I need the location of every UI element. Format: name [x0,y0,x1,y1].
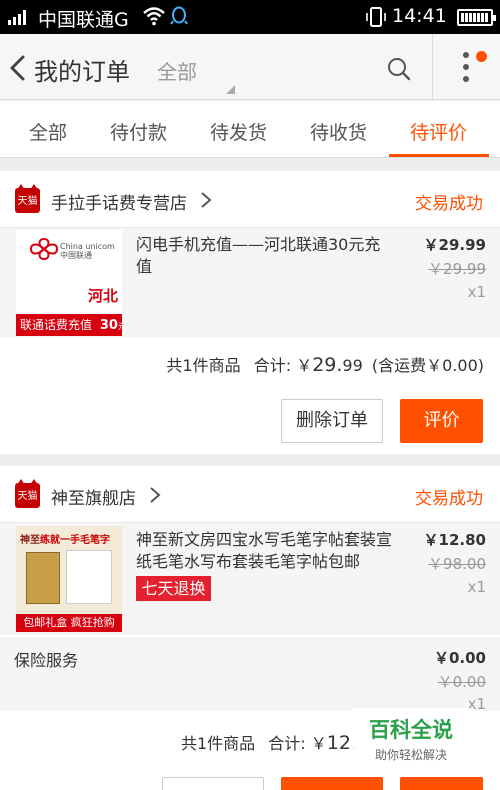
unicom-logo-icon [29,237,59,261]
order-item[interactable]: China unicom中国联通 河北 联通话费充值 30元 闪电手机充值——河… [0,228,500,338]
shop-name[interactable]: 神至旗舰店 [51,484,136,509]
thumb-caption-bar: 联通话费充值 30元 [16,314,122,336]
search-icon[interactable] [386,56,412,82]
thumb-region: 河北 [88,287,119,305]
chevron-right-icon [201,192,212,208]
insurance-original-price: ￥0.00 [437,673,486,691]
dropdown-corner-icon[interactable] [226,85,235,94]
product-thumbnail[interactable]: China unicom中国联通 河北 联通话费充值 30元 [16,230,122,336]
thumb-logo: 神至 [20,535,40,546]
phone-vibrate-icon [366,7,386,27]
total-currency: ￥ [296,356,313,375]
product-title[interactable]: 神至新文房四宝水写毛笔字帖套装宣纸毛笔水写布套装毛笔字帖包邮 [136,529,394,573]
chevron-right-icon [150,487,161,503]
item-count: 共1件商品 [166,356,241,375]
qq-icon [170,6,188,25]
order-action-button[interactable] [281,777,383,790]
thumb-caption: 联通话费充值 [20,318,93,332]
shop-row[interactable]: 天猫 神至旗舰店 交易成功 [0,466,500,523]
order-tabs: 全部 待付款 待发货 待收货 待评价 [0,101,500,158]
tmall-icon: 天猫 [15,184,40,213]
seven-day-return-badge: 七天退换 [136,576,211,601]
thumb-amount: 30 [99,318,118,333]
tab-all[interactable]: 全部 [29,118,67,145]
delete-order-button[interactable]: 删除订单 [281,399,383,443]
total-label: 合计: [268,734,311,753]
order-summary: 共1件商品 合计: ￥12. [181,730,357,754]
product-title[interactable]: 闪电手机充值——河北联通30元充值 [136,234,394,278]
product-thumbnail[interactable]: 神至 练就一手毛笔字 包邮礼盒 疯狂抢购 [16,526,122,632]
insurance-quantity: x1 [467,695,486,713]
status-bar: 中国联通G 14:41 [0,0,500,34]
shop-row[interactable]: 天猫 手拉手话费专营店 交易成功 [0,171,500,228]
thumb-headline: 练就一手毛笔字 [40,535,110,546]
insurance-price: ￥0.00 [433,649,486,667]
product-original-price: ￥29.99 [428,260,486,278]
total-currency: ￥ [310,734,327,753]
wifi-icon [143,7,165,26]
carrier-label: 中国联通G [38,9,129,31]
order-item[interactable]: 神至 练就一手毛笔字 包邮礼盒 疯狂抢购 神至新文房四宝水写毛笔字帖套装宣纸毛笔… [0,523,500,635]
watermark-subtitle: 助你轻松解决 [374,748,447,762]
thumb-unit: 元 [117,322,122,331]
signal-icon [8,10,26,25]
product-quantity: x1 [467,283,486,301]
tab-pending-payment[interactable]: 待付款 [110,118,167,145]
product-original-price: ￥98.00 [428,555,486,573]
total-value: 29. [312,354,343,376]
tab-pending-review[interactable]: 待评价 [410,118,467,145]
order-filter-dropdown[interactable]: 全部 [157,56,197,85]
order-action-button[interactable] [162,777,264,790]
watermark-title: 百科全说 [369,718,453,742]
shop-name[interactable]: 手拉手话费专营店 [51,189,187,214]
total-cents: 99 [342,356,363,375]
review-button[interactable]: 评价 [400,399,483,443]
product-price: ￥12.80 [423,531,486,549]
insurance-service-row[interactable]: 保险服务 ￥0.00 ￥0.00 x1 [0,637,500,713]
battery-icon [457,9,496,26]
tab-pending-shipment[interactable]: 待发货 [210,118,267,145]
order-status: 交易成功 [415,489,483,509]
thumb-gift-box [26,552,60,604]
back-icon[interactable] [8,55,28,81]
watermark-logo: 百科全说 助你轻松解决 [352,708,470,764]
page-title: 我的订单 [34,58,130,86]
tmall-icon: 天猫 [15,479,40,508]
order-card: 天猫 手拉手话费专营店 交易成功 China unicom中国联通 河北 联通话… [0,171,500,454]
order-action-button[interactable] [400,777,483,790]
more-icon[interactable] [454,50,478,84]
header-divider [432,34,433,100]
total-label: 合计: [253,356,297,375]
order-summary: 共1件商品 合计: ￥29.99 (含运费￥0.00) [166,352,484,376]
thumb-copybook [66,550,112,604]
order-status: 交易成功 [415,194,483,214]
item-count: 共1件商品 [181,734,256,753]
shipping-fee: (含运费￥0.00) [371,356,484,375]
active-tab-indicator [389,154,489,157]
app-header: 我的订单 全部 [0,34,500,100]
product-quantity: x1 [467,578,486,596]
insurance-label: 保险服务 [14,651,79,670]
product-price: ￥29.99 [423,236,486,254]
clock: 14:41 [392,5,447,27]
thumb-brand: China unicom中国联通 [60,242,115,260]
tab-pending-receipt[interactable]: 待收货 [310,118,367,145]
thumb-banner: 包邮礼盒 疯狂抢购 [16,614,122,632]
notification-dot [476,51,487,62]
